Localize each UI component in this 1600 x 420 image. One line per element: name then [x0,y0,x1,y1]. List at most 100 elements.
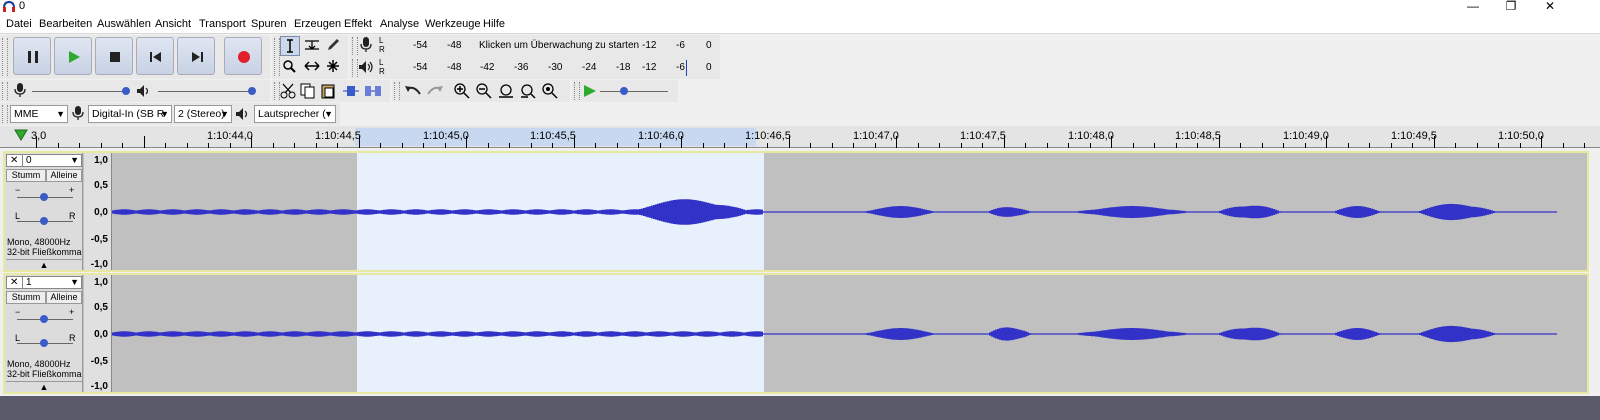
record-volume-slider[interactable] [32,91,128,92]
multi-tool[interactable] [324,57,344,77]
copy-icon[interactable] [300,83,316,99]
menu-analyse[interactable]: Analyse [380,18,419,30]
pin-play-head-icon[interactable] [14,129,28,141]
menu-ansicht[interactable]: Ansicht [155,18,191,30]
pan-slider-thumb[interactable] [40,217,48,225]
pause-icon [28,51,38,63]
audio-track-1[interactable]: ✕ 1 ▼ Stumm Alleine − + L R Mono, 48000H… [3,273,1589,394]
meter-tick: -48 [447,40,462,51]
play-button[interactable] [54,37,92,75]
toolbar-grip[interactable] [394,82,400,100]
menu-erzeugen[interactable]: Erzeugen [294,18,341,30]
menu-spuren[interactable]: Spuren [251,18,286,30]
zoom-tool[interactable] [280,57,300,77]
menu-effekt[interactable]: Effekt [344,18,372,30]
gain-plus-label: + [69,307,75,317]
maximize-button[interactable]: ❐ [1496,0,1526,14]
pan-slider-thumb[interactable] [40,339,48,347]
timeline-minor-tick [1261,143,1263,148]
silence-audio-icon[interactable] [364,83,382,99]
audio-host-select[interactable]: MME ▼ [10,105,68,123]
playback-volume-thumb[interactable] [248,87,256,95]
record-meter[interactable]: -54 -48 Klicken um Überwachung zu starte… [386,36,716,56]
record-button[interactable] [224,37,262,75]
timeline-minor-tick [552,143,553,148]
minimize-button[interactable]: — [1458,0,1488,14]
scissors-icon[interactable] [280,83,296,99]
timeline-major-tick [573,136,575,148]
mute-button[interactable]: Stumm [6,291,46,304]
collapse-track-button[interactable]: ▲ [6,259,82,270]
fit-project-icon[interactable] [520,83,536,99]
close-track-icon[interactable]: ✕ [10,277,18,288]
skip-end-button[interactable] [177,37,215,75]
menu-datei[interactable]: Datei [6,18,32,30]
recording-channels-select[interactable]: 2 (Stereo) ▼ [174,105,232,123]
fit-selection-icon[interactable] [498,83,514,99]
zoom-toggle-icon[interactable] [542,83,558,99]
playback-speed-thumb[interactable] [620,87,628,95]
track-name[interactable]: 1 [22,277,32,288]
pause-button[interactable] [13,37,51,75]
timeline-minor-tick [616,143,618,148]
tools-toolbar [272,35,348,79]
window-title: 0 [19,0,26,12]
record-volume-thumb[interactable] [122,87,130,95]
amplitude-ruler[interactable]: 1,0 0,5 0,0 -0,5 -1,0 [84,153,112,270]
track-name[interactable]: 0 [22,155,32,166]
playback-speed-slider[interactable] [600,91,668,92]
amplitude-ruler[interactable]: 1,0 0,5 0,0 -0,5 -1,0 [84,275,112,392]
menu-bearbeiten[interactable]: Bearbeiten [39,18,92,30]
playback-meter[interactable]: -54 -48 -42 -36 -30 -24 -18 -12 -6 0 [386,58,716,78]
waveform[interactable] [112,153,1587,270]
trim-audio-icon[interactable] [342,83,360,99]
skip-start-button[interactable] [136,37,174,75]
toolbar-grip[interactable] [2,105,8,123]
toolbar-grip[interactable] [352,37,358,55]
timeline-minor-tick [1304,143,1306,148]
timeline-label: 3,0 [31,130,47,142]
track-sample-format-info: 32-bit Fließkomma [7,247,82,257]
menu-werkzeuge[interactable]: Werkzeuge [425,18,480,30]
playback-device-select[interactable]: Lautsprecher (▼ [254,105,336,123]
meter-monitor-prompt: Klicken um Überwachung zu starten [479,40,640,51]
recording-device-select[interactable]: Digital-In (SB R ▼ [88,105,172,123]
gain-slider-thumb[interactable] [40,193,48,201]
timeline-label: 1:10:49,5 [1391,130,1437,142]
timeline-minor-tick [1197,143,1198,148]
close-track-icon[interactable]: ✕ [10,155,18,166]
toolbar-grip[interactable] [574,82,580,100]
paste-icon[interactable] [320,83,336,99]
time-shift-tool[interactable] [302,57,322,77]
menu-hilfe[interactable]: Hilfe [483,18,505,30]
close-button[interactable]: ✕ [1535,0,1565,14]
timeline-minor-tick [509,143,510,148]
track-menu-chevron-icon[interactable]: ▼ [70,277,79,287]
track-menu-chevron-icon[interactable]: ▼ [70,155,79,165]
menu-transport[interactable]: Transport [199,18,246,30]
solo-button[interactable]: Alleine [46,169,82,182]
waveform[interactable] [112,275,1587,392]
meter-tick: -30 [548,62,563,73]
menu-auswaehlen[interactable]: Auswählen [97,18,151,30]
timeline-ruler[interactable]: 3,0 1:10:44,0 1:10:44,5 1:10:45,0 1:10:4… [0,126,1600,148]
stop-button[interactable] [95,37,133,75]
zoom-out-icon[interactable] [476,83,492,99]
playback-volume-slider[interactable] [158,91,254,92]
solo-button[interactable]: Alleine [46,291,82,304]
collapse-track-button[interactable]: ▲ [6,381,82,392]
audio-track-0[interactable]: ✕ 0 ▼ Stumm Alleine − + L R Mono, 48000H… [3,151,1589,272]
envelope-tool[interactable] [302,36,322,56]
undo-icon[interactable] [404,84,422,98]
redo-icon[interactable] [426,84,444,98]
gain-slider-thumb[interactable] [40,315,48,323]
track-control-panel: ✕ 1 ▼ Stumm Alleine − + L R Mono, 48000H… [5,275,83,392]
zoom-in-icon[interactable] [454,83,470,99]
toolbar-grip[interactable] [2,38,8,76]
play-at-speed-icon[interactable] [582,83,598,99]
toolbar-grip[interactable] [2,82,8,100]
draw-tool[interactable] [324,36,344,56]
timeline-minor-tick [57,143,59,148]
mute-button[interactable]: Stumm [6,169,46,182]
selection-tool[interactable] [280,36,300,56]
